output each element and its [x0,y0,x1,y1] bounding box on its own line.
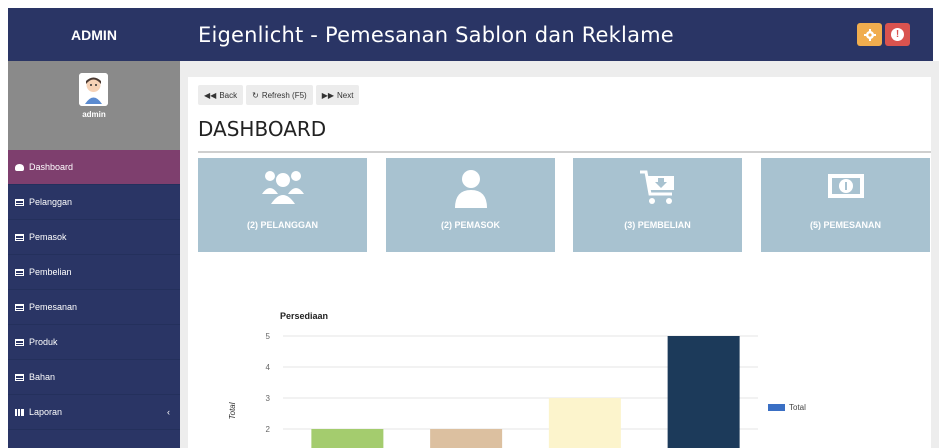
refresh-label: Refresh (F5) [261,90,307,100]
double-right-icon: ▶▶ [321,90,335,100]
user-icon [454,170,487,208]
sidebar-item-pelanggan[interactable]: Pelanggan [8,185,180,220]
tile-label: (5) PEMESANAN [809,220,881,230]
sidebar-item-dashboard[interactable]: Dashboard [8,150,180,185]
sidebar-item-produk[interactable]: Produk [8,325,180,360]
persediaan-chart: Persediaan12345TotalTotal [228,311,806,448]
avatar [79,73,108,106]
table-icon [15,373,24,381]
sidebar-item-label: Produk [29,337,58,347]
tile-pelanggan[interactable]: (2) PELANGGAN [198,158,367,252]
page-title: DASHBOARD [198,117,327,141]
sidebar-item-pemesanan[interactable]: Pemesanan [8,290,180,325]
sidebar-item-bahan[interactable]: Bahan [8,360,180,395]
dashboard-icon [15,163,24,171]
chart-container: Persediaan12345TotalTotal [198,273,931,448]
y-tick-label: 3 [266,394,271,403]
title-divider [198,151,931,153]
alert-button[interactable]: ! [885,23,910,46]
table-icon [15,338,24,346]
y-axis-label: Total [228,402,237,419]
chevron-left-icon: ‹ [167,407,170,417]
exclamation-icon: ! [891,28,904,41]
bar-chart-icon [15,408,24,416]
table-icon [15,233,24,241]
gear-icon [863,28,876,41]
sidebar-item-label: Laporan [29,407,63,417]
tile-pemasok[interactable]: (2) PEMASOK [386,158,555,252]
sidebar-item-label: Dashboard [29,162,74,172]
sidebar-item-label: Pemasok [29,232,67,242]
sidebar-item-label: Pembelian [29,267,72,277]
refresh-icon: ↻ [252,90,259,100]
tile-label: (2) PELANGGAN [246,220,318,230]
tile-pembelian[interactable]: (3) PEMBELIAN [573,158,742,252]
sidebar-item-label: Pelanggan [29,197,73,207]
bar [548,398,621,448]
table-icon [15,303,24,311]
table-icon [15,198,24,206]
legend-label: Total [789,403,806,412]
table-icon [15,268,24,276]
next-button[interactable]: ▶▶ Next [315,85,360,105]
tile-pemesanan[interactable]: (5) PEMESANAN [761,158,930,252]
sidebar: admin Dashboard Pelanggan Pemasok Pembel… [8,61,180,448]
sidebar-nav: Dashboard Pelanggan Pemasok Pembelian Pe… [8,150,180,430]
cart-icon [639,170,674,204]
bar [430,429,503,448]
top-navbar: ADMIN Eigenlicht - Pemesanan Sablon dan … [8,8,933,61]
chart-title: Persediaan [280,311,328,321]
brand-label[interactable]: ADMIN [8,8,180,61]
sidebar-item-pembelian[interactable]: Pembelian [8,255,180,290]
sidebar-item-label: Pemesanan [29,302,78,312]
user-profile: admin [8,61,180,150]
users-icon [261,171,304,204]
legend-swatch [768,404,785,411]
bar [667,336,740,448]
back-button[interactable]: ◀◀ Back [198,85,244,105]
back-label: Back [219,90,238,100]
money-icon [827,174,864,198]
sidebar-item-laporan[interactable]: Laporan ‹ [8,395,180,430]
next-label: Next [337,90,354,100]
profile-name: admin [82,110,106,119]
sidebar-item-label: Bahan [29,372,56,382]
y-tick-label: 2 [266,425,271,434]
nav-button-group: ◀◀ Back ↻ Refresh (F5) ▶▶ Next [198,85,360,105]
sidebar-item-pemasok[interactable]: Pemasok [8,220,180,255]
bar [311,429,384,448]
dashboard-panel: ◀◀ Back ↻ Refresh (F5) ▶▶ Next DASHBOARD (2… [188,77,931,448]
double-left-icon: ◀◀ [204,90,217,100]
main-content: ◀◀ Back ↻ Refresh (F5) ▶▶ Next DASHBOARD (2… [180,61,939,448]
y-tick-label: 4 [266,363,271,372]
tile-label: (2) PEMASOK [440,220,500,230]
settings-button[interactable] [857,23,882,46]
y-tick-label: 5 [266,332,271,341]
refresh-button[interactable]: ↻ Refresh (F5) [246,85,313,105]
app-title: Eigenlicht - Pemesanan Sablon dan Reklam… [198,22,674,47]
tile-label: (3) PEMBELIAN [624,220,691,230]
